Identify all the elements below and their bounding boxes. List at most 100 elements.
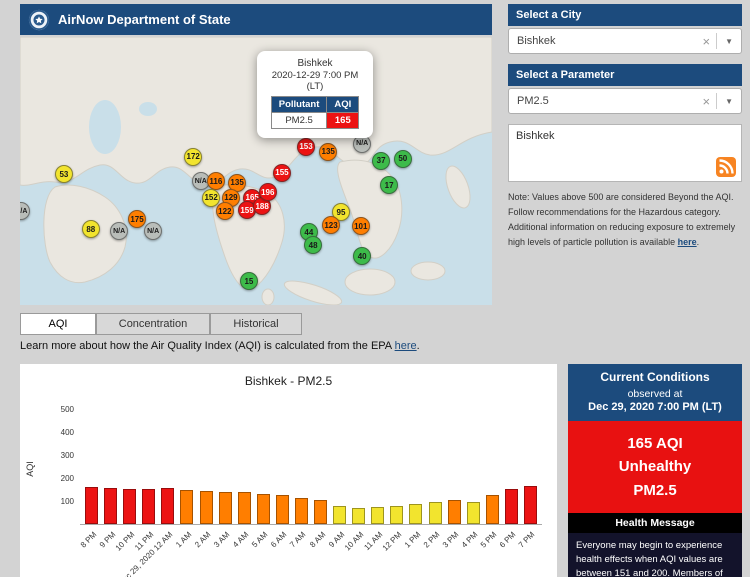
rss-feed-box: Bishkek bbox=[508, 124, 742, 182]
chart-bar[interactable] bbox=[333, 506, 347, 524]
aqi-map-marker[interactable]: 152 bbox=[202, 188, 221, 207]
state-department-seal-icon bbox=[28, 9, 50, 31]
learn-more-text: Learn more about how the Air Quality Ind… bbox=[20, 340, 540, 352]
y-tick-label: 400 bbox=[60, 428, 74, 437]
parameter-dropdown-caret-icon[interactable]: ▼ bbox=[717, 97, 741, 106]
tab-bar: AQI Concentration Historical bbox=[20, 313, 302, 335]
tab-concentration[interactable]: Concentration bbox=[96, 313, 210, 335]
airnow-page: AirNow Department of State 17253N/A88175… bbox=[0, 0, 750, 577]
aqi-map-marker[interactable]: 135 bbox=[319, 142, 338, 161]
aqi-bar-chart: Bishkek - PM2.5 AQI 100 200 300 400 500 8 PM 9… bbox=[20, 364, 557, 577]
popup-datetime: 2020-12-29 7:00 PM bbox=[271, 70, 359, 81]
note-text: Note: Values above 500 are considered Be… bbox=[508, 190, 742, 249]
app-title: AirNow Department of State bbox=[58, 12, 231, 27]
current-conditions-title: Current Conditions bbox=[568, 364, 742, 388]
learn-more-prefix: Learn more about how the Air Quality Ind… bbox=[20, 340, 395, 352]
learn-more-suffix: . bbox=[416, 340, 420, 352]
aqi-category: Unhealthy bbox=[618, 458, 692, 476]
aqi-map-marker[interactable]: 50 bbox=[393, 149, 412, 168]
chart-bar[interactable] bbox=[466, 501, 480, 524]
chart-bar[interactable] bbox=[314, 500, 328, 524]
aqi-map-marker[interactable]: 172 bbox=[184, 147, 203, 166]
popup-col-aqi: AQI bbox=[326, 96, 360, 113]
aqi-map-marker[interactable]: 122 bbox=[215, 202, 234, 221]
note-prefix: Note: Values above 500 are considered Be… bbox=[508, 192, 736, 247]
epa-here-link[interactable]: here bbox=[395, 340, 417, 352]
aqi-pollutant: PM2.5 bbox=[633, 481, 677, 499]
chart-bar[interactable] bbox=[523, 486, 537, 524]
y-tick-label: 100 bbox=[60, 497, 74, 506]
chart-bar[interactable] bbox=[180, 489, 194, 524]
aqi-map-marker[interactable]: 40 bbox=[353, 247, 372, 266]
chart-bar[interactable] bbox=[142, 489, 156, 524]
map-basemap bbox=[20, 37, 492, 305]
chart-plot-area: 100 200 300 400 500 8 PM 9 PM 10 PM 11 PM Dec 29,… bbox=[20, 364, 557, 577]
observed-at-label: observed at bbox=[627, 388, 683, 400]
popup-local-time-suffix: (LT) bbox=[306, 81, 324, 92]
parameter-select[interactable]: PM2.5 × ▼ bbox=[508, 88, 742, 114]
chart-bar[interactable] bbox=[390, 505, 404, 524]
chart-bar[interactable] bbox=[409, 503, 423, 524]
chart-bar[interactable] bbox=[199, 491, 213, 524]
clear-parameter-icon[interactable]: × bbox=[696, 94, 716, 109]
select-parameter-header: Select a Parameter bbox=[508, 64, 742, 86]
y-tick-label: 500 bbox=[60, 405, 74, 414]
aqi-map-marker[interactable]: N/A bbox=[144, 222, 163, 241]
chart-bar[interactable] bbox=[371, 507, 385, 524]
aqi-map-marker[interactable]: N/A bbox=[110, 222, 129, 241]
aqi-map-marker[interactable]: 88 bbox=[81, 220, 100, 239]
popup-city: Bishkek bbox=[297, 58, 333, 69]
note-here-link[interactable]: here bbox=[678, 237, 697, 247]
chart-bar[interactable] bbox=[485, 494, 499, 524]
tab-historical[interactable]: Historical bbox=[210, 313, 302, 335]
aqi-map-marker[interactable]: 15 bbox=[239, 272, 258, 291]
city-select-value: Bishkek bbox=[517, 35, 556, 47]
aqi-map[interactable]: 17253N/A88175N/AN/AN/A116152135129122165… bbox=[20, 37, 492, 305]
city-select[interactable]: Bishkek × ▼ bbox=[508, 28, 742, 54]
chart-bar[interactable] bbox=[123, 488, 137, 524]
clear-city-icon[interactable]: × bbox=[696, 34, 716, 49]
popup-aqi-table: Pollutant AQI PM2.5 165 bbox=[270, 96, 360, 129]
popup-col-pollutant: Pollutant bbox=[270, 96, 328, 113]
aqi-map-marker[interactable]: 48 bbox=[304, 236, 323, 255]
rss-city-label: Bishkek bbox=[516, 130, 555, 142]
popup-pollutant-value: PM2.5 bbox=[270, 112, 328, 129]
select-city-header: Select a City bbox=[508, 4, 742, 26]
city-dropdown-caret-icon[interactable]: ▼ bbox=[717, 37, 741, 46]
chart-bar[interactable] bbox=[504, 489, 518, 524]
current-conditions-panel: Current Conditions observed at Dec 29, 2… bbox=[568, 364, 742, 577]
chart-bar[interactable] bbox=[256, 493, 270, 524]
health-message-header: Health Message bbox=[568, 512, 742, 533]
chart-bar[interactable] bbox=[428, 501, 442, 524]
aqi-map-marker[interactable]: 175 bbox=[128, 210, 147, 229]
popup-aqi-value: 165 bbox=[326, 112, 360, 129]
aqi-map-marker[interactable]: 37 bbox=[372, 151, 391, 170]
chart-bar[interactable] bbox=[161, 488, 175, 524]
chart-bar[interactable] bbox=[104, 487, 118, 524]
aqi-map-marker[interactable]: 153 bbox=[297, 137, 316, 156]
map-popup: Bishkek 2020-12-29 7:00 PM (LT) Pollutan… bbox=[257, 51, 373, 138]
chart-bar[interactable] bbox=[352, 507, 366, 524]
tab-aqi[interactable]: AQI bbox=[20, 313, 96, 335]
rss-icon[interactable] bbox=[716, 157, 736, 177]
note-suffix: . bbox=[696, 236, 700, 247]
chart-bar[interactable] bbox=[218, 491, 232, 524]
y-tick-label: 200 bbox=[60, 474, 74, 483]
chart-bar[interactable] bbox=[294, 497, 308, 524]
chart-bar[interactable] bbox=[237, 492, 251, 524]
aqi-map-marker[interactable]: 101 bbox=[351, 217, 370, 236]
observed-at-value: Dec 29, 2020 7:00 PM (LT) bbox=[588, 401, 722, 413]
chart-bar[interactable] bbox=[85, 487, 99, 524]
aqi-map-marker[interactable]: 53 bbox=[54, 165, 73, 184]
aqi-map-marker[interactable]: 196 bbox=[258, 183, 277, 202]
chart-bar[interactable] bbox=[447, 500, 461, 524]
parameter-select-value: PM2.5 bbox=[517, 95, 549, 107]
aqi-map-marker[interactable]: 17 bbox=[380, 176, 399, 195]
health-message-body: Everyone may begin to experience health … bbox=[568, 532, 742, 577]
aqi-map-marker[interactable]: 155 bbox=[272, 163, 291, 182]
aqi-map-marker[interactable]: 123 bbox=[322, 216, 341, 235]
chart-bar[interactable] bbox=[275, 495, 289, 524]
aqi-summary-block: 165 AQI Unhealthy PM2.5 bbox=[568, 421, 742, 513]
aqi-value: 165 AQI bbox=[627, 435, 683, 452]
app-header: AirNow Department of State bbox=[20, 4, 492, 35]
